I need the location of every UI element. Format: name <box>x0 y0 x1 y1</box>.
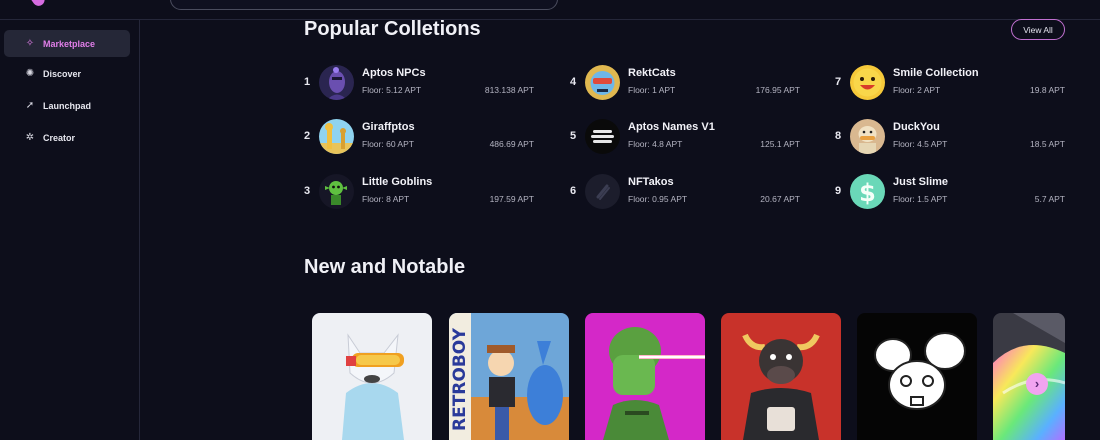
collection-volume: 20.67 APT <box>760 194 800 204</box>
collection-floor: Floor: 1 APT <box>628 85 676 95</box>
collection-name: Little Goblins <box>362 176 433 188</box>
collection-avatar <box>850 119 885 154</box>
collection-name: Giraffptos <box>362 121 415 133</box>
collection-floor: Floor: 8 APT <box>362 194 410 204</box>
collection-row[interactable]: 1 Aptos NPCs Floor: 5.12 APT 813.138 APT <box>304 65 534 101</box>
sidebar-item-launchpad[interactable]: ➚ Launchpad <box>4 92 130 119</box>
sparkle-icon: ✧ <box>25 37 35 49</box>
notable-card[interactable] <box>585 313 705 440</box>
collection-rank: 4 <box>570 76 577 88</box>
collection-avatar <box>585 174 620 209</box>
collection-name: Smile Collection <box>893 67 979 79</box>
collection-rank: 7 <box>835 76 842 88</box>
collection-rank: 6 <box>570 185 577 197</box>
collection-row[interactable]: 8 DuckYou Floor: 4.5 APT 18.5 APT <box>835 119 1065 155</box>
collection-floor: Floor: 5.12 APT <box>362 85 422 95</box>
collection-floor: Floor: 1.5 APT <box>893 194 948 204</box>
sidebar-item-creator[interactable]: ✲ Creator <box>4 124 130 151</box>
sidebar-item-label: Creator <box>43 132 76 143</box>
sidebar: ✧ Marketplace ✺ Discover ➚ Launchpad ✲ C… <box>0 20 140 440</box>
popular-collections-title: Popular Colletions <box>304 18 481 40</box>
chevron-right-icon[interactable]: › <box>1026 373 1048 395</box>
view-all-button[interactable]: View All <box>1011 19 1065 40</box>
collection-floor: Floor: 60 APT <box>362 139 414 149</box>
collection-row[interactable]: 2 Giraffptos Floor: 60 APT 486.69 APT <box>304 119 534 155</box>
nft-image <box>312 313 432 440</box>
collection-row[interactable]: 4 RektCats Floor: 1 APT 176.95 APT <box>570 65 800 101</box>
top-bar <box>0 0 1100 20</box>
collection-volume: 5.7 APT <box>1034 194 1065 204</box>
collection-name: Aptos Names V1 <box>628 121 715 133</box>
collection-volume: 125.1 APT <box>760 139 800 149</box>
sidebar-item-label: Launchpad <box>43 100 92 111</box>
collection-row[interactable]: 9 $ Just Slime Floor: 1.5 APT 5.7 APT <box>835 174 1065 210</box>
collection-avatar <box>585 119 620 154</box>
collection-avatar <box>319 119 354 154</box>
nft-image <box>585 313 705 440</box>
notable-card[interactable] <box>721 313 841 440</box>
collection-name: Aptos NPCs <box>362 67 426 79</box>
collection-volume: 18.5 APT <box>1030 139 1065 149</box>
nft-image <box>721 313 841 440</box>
collection-name: Just Slime <box>893 176 949 188</box>
collection-floor: Floor: 0.95 APT <box>628 194 688 204</box>
collection-avatar <box>850 65 885 100</box>
svg-text:$: $ <box>859 179 876 207</box>
collection-rank: 1 <box>304 76 311 88</box>
palette-icon: ✲ <box>25 131 35 143</box>
compass-icon: ✺ <box>25 67 35 79</box>
notable-card[interactable] <box>857 313 977 440</box>
nft-image <box>857 313 977 440</box>
logo-mark <box>29 0 47 9</box>
nft-image: RETROBOY <box>449 313 569 440</box>
collection-rank: 8 <box>835 130 842 142</box>
collection-rank: 9 <box>835 185 842 197</box>
collection-volume: 19.8 APT <box>1030 85 1065 95</box>
collection-volume: 486.69 APT <box>489 139 534 149</box>
collection-volume: 813.138 APT <box>484 85 534 95</box>
sidebar-item-marketplace[interactable]: ✧ Marketplace <box>4 30 130 57</box>
collection-floor: Floor: 4.8 APT <box>628 139 683 149</box>
notable-card[interactable]: RETROBOY <box>449 313 569 440</box>
notable-card[interactable] <box>312 313 432 440</box>
collection-floor: Floor: 2 APT <box>893 85 941 95</box>
new-and-notable-title: New and Notable <box>304 256 466 278</box>
collection-name: RektCats <box>628 67 676 79</box>
rocket-icon: ➚ <box>25 99 35 111</box>
collection-rank: 3 <box>304 185 311 197</box>
collection-row[interactable]: 3 Little Goblins Floor: 8 APT 197.59 APT <box>304 174 534 210</box>
collection-avatar: $ <box>850 174 885 209</box>
app-logo[interactable] <box>26 0 86 10</box>
sidebar-item-discover[interactable]: ✺ Discover <box>4 60 130 87</box>
collection-name: NFTakos <box>628 176 674 188</box>
collection-volume: 197.59 APT <box>489 194 534 204</box>
collection-rank: 2 <box>304 130 311 142</box>
sidebar-item-label: Discover <box>43 68 82 79</box>
collection-avatar <box>585 65 620 100</box>
search-input[interactable] <box>170 0 558 10</box>
collection-row[interactable]: 6 NFTakos Floor: 0.95 APT 20.67 APT <box>570 174 800 210</box>
collection-row[interactable]: 7 Smile Collection Floor: 2 APT 19.8 APT <box>835 65 1065 101</box>
collection-floor: Floor: 4.5 APT <box>893 139 948 149</box>
collection-avatar <box>319 65 354 100</box>
collection-avatar <box>319 174 354 209</box>
sidebar-item-label: Marketplace <box>43 38 96 49</box>
collection-volume: 176.95 APT <box>755 85 800 95</box>
collection-row[interactable]: 5 Aptos Names V1 Floor: 4.8 APT 125.1 AP… <box>570 119 800 155</box>
collection-name: DuckYou <box>893 121 940 133</box>
collection-rank: 5 <box>570 130 577 142</box>
retroboy-label: RETROBOY <box>450 327 470 431</box>
